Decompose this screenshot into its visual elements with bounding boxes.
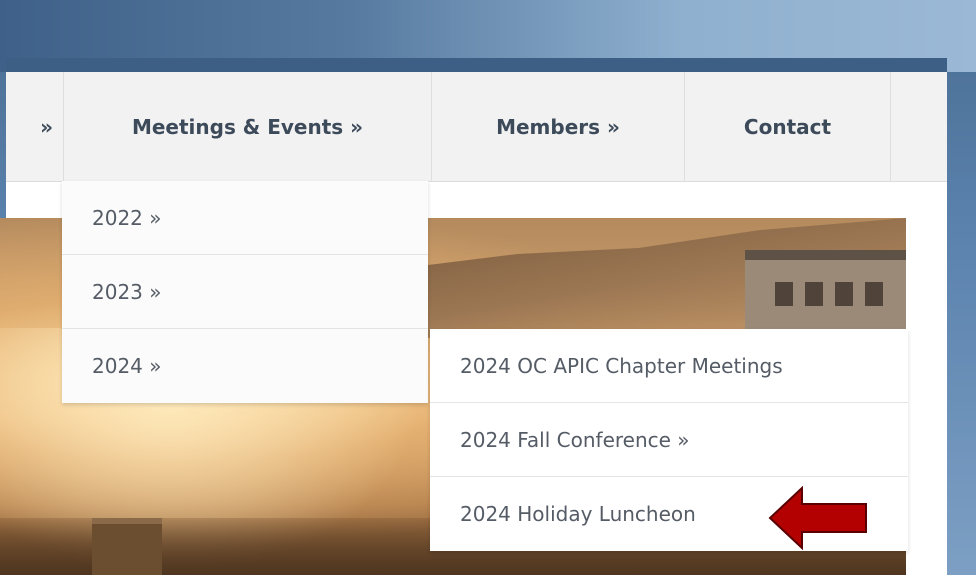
house-window — [805, 282, 823, 306]
nav-item-previous[interactable]: » — [6, 72, 64, 181]
submenu-item-chapter-meetings[interactable]: 2024 OC APIC Chapter Meetings — [430, 329, 908, 403]
nav-item-members[interactable]: Members » — [432, 72, 685, 181]
nav-item-contact[interactable]: Contact — [685, 72, 891, 181]
submenu-item-2022[interactable]: 2022 » — [62, 181, 428, 255]
house-window — [775, 282, 793, 306]
house-window — [865, 282, 883, 306]
main-nav: » Meetings & Events » Members » Contact — [6, 72, 947, 182]
nav-item-next[interactable] — [891, 72, 947, 181]
nav-item-meetings-events[interactable]: Meetings & Events » — [64, 72, 432, 181]
lifeguard-tower — [92, 518, 162, 575]
submenu-item-fall-conference[interactable]: 2024 Fall Conference » — [430, 403, 908, 477]
submenu-item-2024[interactable]: 2024 » — [62, 329, 428, 403]
submenu-item-2023[interactable]: 2023 » — [62, 255, 428, 329]
submenu-years: 2022 » 2023 » 2024 » — [62, 181, 428, 403]
left-arrow-icon — [768, 486, 867, 550]
page-top-bar — [6, 58, 947, 72]
house-window — [835, 282, 853, 306]
